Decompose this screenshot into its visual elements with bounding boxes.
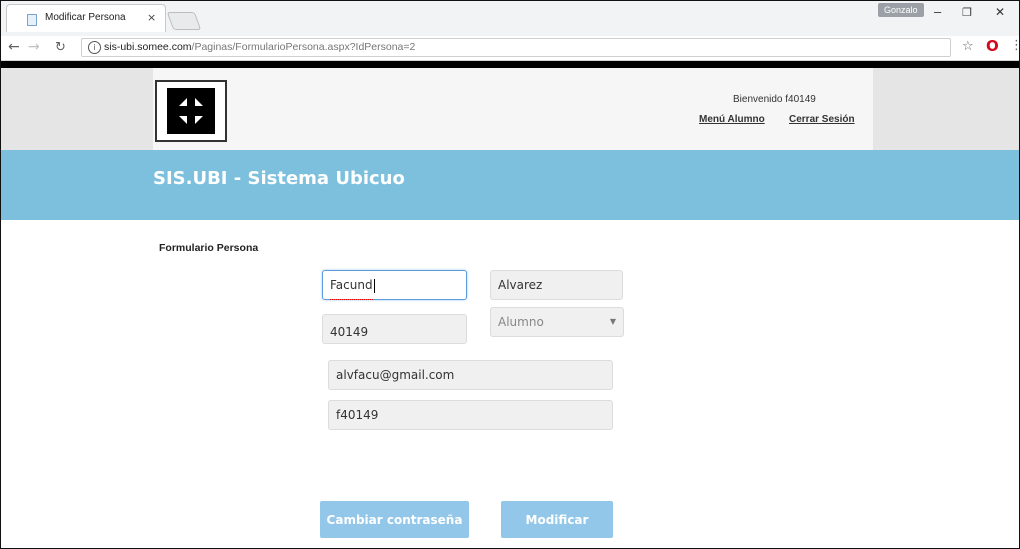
close-window-icon[interactable]: ✕: [995, 5, 1005, 19]
banner-title: SIS.UBI - Sistema Ubicuo: [153, 168, 405, 189]
info-icon[interactable]: i: [88, 41, 101, 54]
restore-icon[interactable]: ❐: [962, 6, 972, 19]
chevron-down-icon: ▼: [609, 317, 616, 326]
url-text: sis-ubi.somee.com/Paginas/FormularioPers…: [104, 41, 416, 53]
browser-menu-icon[interactable]: ⋮: [1010, 38, 1020, 53]
url-input[interactable]: i sis-ubi.somee.com/Paginas/FormularioPe…: [81, 38, 951, 57]
profile-badge[interactable]: Gonzalo: [878, 3, 924, 17]
page-top-bar: [0, 61, 1020, 68]
browser-tab[interactable]: Modificar Persona ×: [6, 4, 166, 32]
title-banner: SIS.UBI - Sistema Ubicuo: [0, 150, 1020, 220]
reload-icon[interactable]: ↻: [55, 40, 66, 55]
first-name-input[interactable]: Facund: [322, 270, 467, 300]
role-select[interactable]: Alumno ▼: [490, 307, 624, 337]
address-bar-row: ← → ↻ i sis-ubi.somee.com/Paginas/Formul…: [0, 36, 1020, 61]
forward-arrow-icon[interactable]: →: [28, 39, 40, 55]
utn-logo-icon: [167, 88, 215, 134]
site-header: Bienvenido f40149 Menú Alumno Cerrar Ses…: [0, 68, 1020, 150]
page-favicon-icon: [27, 14, 37, 26]
form-title: Formulario Persona: [159, 242, 259, 254]
back-arrow-icon[interactable]: ←: [8, 39, 20, 55]
tab-title: Modificar Persona: [45, 12, 126, 23]
header-inner: Bienvenido f40149 Menú Alumno Cerrar Ses…: [153, 68, 873, 150]
tab-close-icon[interactable]: ×: [147, 11, 156, 24]
email-input[interactable]: alvfacu@gmail.com: [328, 360, 613, 390]
minimize-icon[interactable]: –: [934, 4, 941, 19]
opera-extension-icon[interactable]: O: [986, 37, 999, 55]
cerrar-sesion-link[interactable]: Cerrar Sesión: [789, 114, 855, 125]
role-select-value: Alumno: [498, 315, 544, 329]
welcome-text: Bienvenido f40149: [733, 94, 816, 105]
change-password-button[interactable]: Cambiar contraseña: [320, 501, 469, 538]
legajo-input[interactable]: 40149: [322, 314, 467, 344]
text-cursor: [373, 278, 375, 293]
bookmark-star-icon[interactable]: ☆: [962, 39, 974, 54]
modify-button[interactable]: Modificar: [501, 501, 613, 538]
last-name-input[interactable]: Alvarez: [490, 270, 623, 300]
username-input[interactable]: f40149: [328, 400, 613, 430]
new-tab-button[interactable]: [166, 12, 202, 30]
utn-logo: [155, 80, 227, 142]
menu-alumno-link[interactable]: Menú Alumno: [699, 114, 765, 125]
browser-tab-strip: Modificar Persona × Gonzalo – ❐ ✕: [0, 0, 1020, 36]
